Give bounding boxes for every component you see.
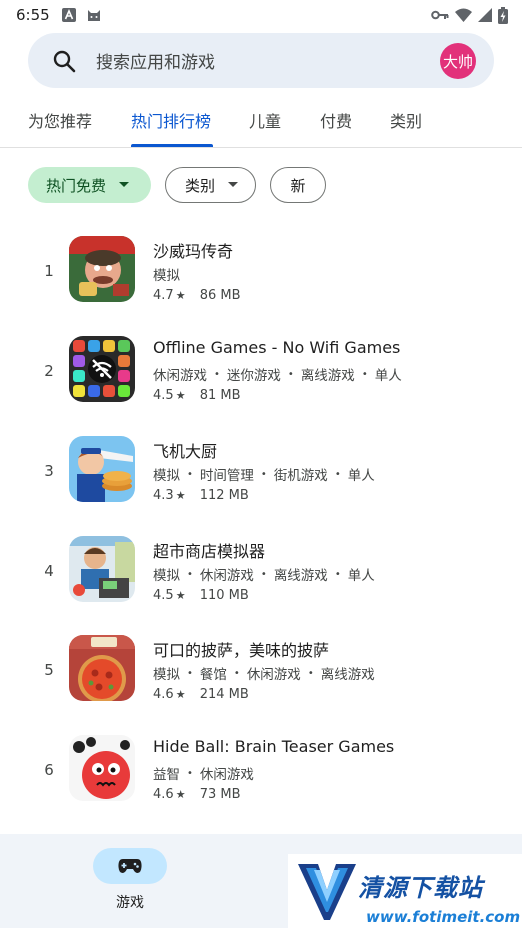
- new-chip-label: 新: [290, 176, 306, 195]
- rating-value: 4.5: [153, 388, 174, 403]
- airplane-chef-app-icon: [69, 436, 135, 502]
- good-pizza-app-icon: [69, 635, 135, 701]
- app-size: 112 MB: [199, 488, 249, 503]
- rating-value: 4.3: [153, 488, 174, 503]
- watermark-logo: 清源下载站 www.fotimeit.com: [288, 854, 522, 928]
- app-name: Hide Ball: Brain Teaser Games: [153, 737, 395, 756]
- watermark-logo-icon: [298, 864, 356, 920]
- app-categories: 益智 • 休闲游戏: [153, 767, 254, 783]
- app-categories: 模拟 • 餐馆 • 休闲游戏 • 离线游戏: [153, 667, 375, 683]
- app-size: 86 MB: [199, 288, 241, 303]
- rating-value: 4.6: [153, 687, 174, 702]
- nav-games-button[interactable]: [93, 848, 167, 884]
- app-list-item[interactable]: 2 Offline Games - No Wifi Games 休闲游戏 • 迷你…: [0, 336, 522, 436]
- gamepad-icon: [118, 859, 142, 873]
- app-meta: 4.3 ★ 112 MB: [153, 488, 249, 503]
- dropdown-arrow-icon: [119, 182, 130, 187]
- hide-ball-app-icon: [69, 735, 135, 801]
- top-free-chip-label: 热门免费: [46, 176, 107, 195]
- app-meta: 4.7 ★ 86 MB: [153, 288, 241, 303]
- offline-games-app-icon: [69, 336, 135, 402]
- star-icon: ★: [175, 788, 186, 801]
- app-name: 飞机大厨: [153, 442, 218, 461]
- app-list-item[interactable]: 4 超市商店模拟器 模拟 • 休闲游戏 • 离线游戏 • 单人 4.5 ★ 110 MB: [0, 536, 522, 636]
- app-size: 81 MB: [199, 388, 241, 403]
- rank-number: 5: [44, 661, 54, 679]
- tab-paid[interactable]: 付费: [320, 108, 352, 132]
- app-list-item[interactable]: 6 Hide Ball: Brain Teaser Games 益智 • 休闲游戏…: [0, 735, 522, 835]
- category-chip[interactable]: 类别: [165, 167, 256, 203]
- app-size: 110 MB: [199, 588, 249, 603]
- app-list-item[interactable]: 3 飞机大厨 模拟 • 时间管理 • 街机游戏 • 单人 4.3 ★ 112 MB: [0, 436, 522, 536]
- app-meta: 4.6 ★ 214 MB: [153, 687, 249, 702]
- rating-value: 4.6: [153, 787, 174, 802]
- app-categories: 模拟 • 休闲游戏 • 离线游戏 • 单人: [153, 568, 375, 584]
- top-free-chip[interactable]: 热门免费: [28, 167, 151, 203]
- search-input[interactable]: 搜索应用和游戏: [96, 48, 215, 73]
- font-notification-icon: [61, 8, 76, 22]
- dropdown-arrow-icon: [228, 182, 239, 187]
- app-size: 73 MB: [199, 787, 241, 802]
- star-icon: ★: [175, 589, 186, 602]
- app-categories: 休闲游戏 • 迷你游戏 • 离线游戏 • 单人: [153, 368, 402, 384]
- rating-value: 4.5: [153, 588, 174, 603]
- rank-number: 2: [44, 362, 54, 380]
- rank-number: 6: [44, 761, 54, 779]
- battery-charging-icon: [498, 6, 508, 24]
- search-bar[interactable]: 搜索应用和游戏 大帅: [28, 33, 494, 88]
- tab-for-you[interactable]: 为您推荐: [28, 108, 92, 132]
- app-name: Offline Games - No Wifi Games: [153, 338, 401, 357]
- category-chip-label: 类别: [185, 176, 216, 195]
- app-categories: 模拟 • 时间管理 • 街机游戏 • 单人: [153, 468, 375, 484]
- app-name: 超市商店模拟器: [153, 542, 266, 561]
- app-size: 214 MB: [199, 687, 249, 702]
- active-tab-indicator: [131, 144, 213, 147]
- cellular-signal-icon: [478, 8, 492, 22]
- star-icon: ★: [175, 688, 186, 701]
- tab-categories[interactable]: 类别: [390, 108, 422, 132]
- supermarket-simulator-app-icon: [69, 536, 135, 602]
- app-list-item[interactable]: 1 沙威玛传奇 模拟 4.7 ★ 86 MB: [0, 236, 522, 336]
- app-categories: 模拟: [153, 268, 180, 284]
- new-chip[interactable]: 新: [270, 167, 326, 203]
- vpn-key-icon: [431, 10, 449, 20]
- avatar[interactable]: 大帅: [440, 43, 476, 79]
- nav-games-label: 游戏: [116, 895, 144, 911]
- app-name: 可口的披萨，美味的披萨: [153, 641, 330, 660]
- star-icon: ★: [175, 489, 186, 502]
- top-tabs: 为您推荐 热门排行榜 儿童 付费 类别: [0, 100, 522, 148]
- status-time: 6:55: [16, 6, 50, 24]
- app-meta: 4.5 ★ 81 MB: [153, 388, 241, 403]
- watermark-url: www.fotimeit.com: [366, 908, 521, 926]
- app-name: 沙威玛传奇: [153, 242, 234, 261]
- rank-number: 4: [44, 562, 54, 580]
- star-icon: ★: [175, 289, 186, 302]
- rating-value: 4.7: [153, 288, 174, 303]
- wifi-icon: [455, 8, 472, 22]
- star-icon: ★: [175, 389, 186, 402]
- app-meta: 4.5 ★ 110 MB: [153, 588, 249, 603]
- app-meta: 4.6 ★ 73 MB: [153, 787, 241, 802]
- android-cat-icon: [87, 10, 100, 21]
- app-list-item[interactable]: 5 可口的披萨，美味的披萨 模拟 • 餐馆 • 休闲游戏 • 离线游戏 4.6 ★ 21…: [0, 635, 522, 735]
- rank-number: 3: [44, 462, 54, 480]
- shawarma-legend-app-icon: [69, 236, 135, 302]
- tab-kids[interactable]: 儿童: [249, 108, 281, 132]
- rank-number: 1: [44, 262, 54, 280]
- status-bar: 6:55: [0, 0, 522, 30]
- tab-top-charts[interactable]: 热门排行榜: [131, 108, 211, 132]
- watermark-title: 清源下载站: [358, 874, 483, 902]
- search-icon: [53, 50, 76, 72]
